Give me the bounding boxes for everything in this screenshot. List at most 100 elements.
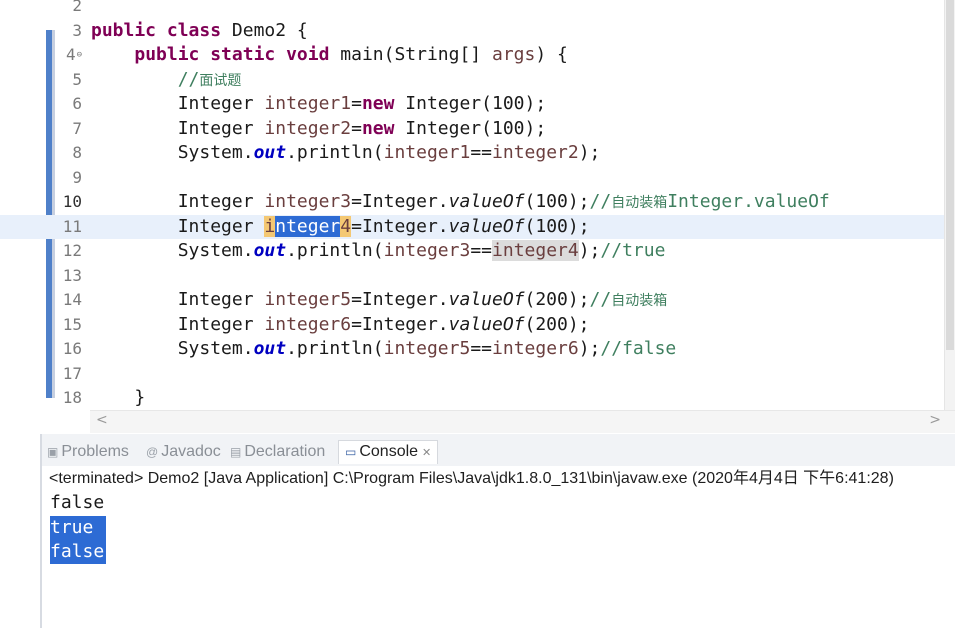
code-token: integer3: [264, 191, 352, 212]
code-line[interactable]: 9: [0, 166, 945, 190]
code-line[interactable]: 7 Integer integer2=new Integer(100);: [0, 117, 945, 141]
code-text: System.out.println(integer5==integer6);/…: [91, 337, 677, 361]
tab-declaration[interactable]: ▤ Declaration: [230, 442, 325, 464]
code-text: Integer integer2=new Integer(100);: [91, 117, 546, 141]
code-line[interactable]: 18 }: [0, 386, 945, 410]
tab-javadoc[interactable]: @ Javadoc: [146, 442, 221, 464]
code-token: Integer: [91, 215, 265, 237]
code-token: ==: [470, 142, 493, 163]
code-token: Integer: [91, 289, 265, 310]
code-token: .println(: [286, 142, 384, 163]
code-token: Integer(100);: [394, 117, 547, 139]
code-editor[interactable]: 2 3 public class Demo2 {4⊖ public static v…: [0, 0, 955, 410]
code-token: integer1: [383, 142, 471, 163]
console-status-line: <terminated> Demo2 [Java Application] C:…: [49, 470, 894, 487]
code-token: integer5: [264, 289, 352, 310]
code-line[interactable]: 17: [0, 362, 945, 386]
code-token: .println(: [286, 240, 384, 261]
code-token: );: [578, 338, 601, 359]
tab-label: Console: [359, 443, 419, 460]
line-number: 9: [72, 167, 82, 187]
code-line[interactable]: 8 System.out.println(integer1==integer2)…: [0, 141, 945, 165]
code-text: Integer integer5=Integer.valueOf(200);//…: [91, 288, 668, 313]
code-token: Integer: [91, 93, 265, 114]
close-icon[interactable]: ✕: [422, 447, 431, 459]
line-number: 3: [72, 20, 82, 40]
code-token: =: [351, 93, 362, 114]
code-token: //: [589, 191, 612, 212]
line-number: 8: [72, 143, 82, 162]
code-token: //: [177, 68, 200, 90]
code-text: Integer integer3=Integer.valueOf(100);//…: [91, 190, 830, 215]
code-token: public static void: [134, 44, 341, 65]
line-number: 11: [62, 216, 82, 236]
code-line[interactable]: 5 //面试题: [0, 68, 945, 92]
code-token: integer6: [492, 338, 579, 359]
tab-label: Declaration: [244, 443, 326, 460]
code-line[interactable]: 15 Integer integer6=Integer.valueOf(200)…: [0, 313, 945, 337]
code-token: 4: [340, 215, 352, 237]
code-token: =: [351, 117, 362, 139]
tab-console[interactable]: ▭ Console ✕: [338, 440, 439, 464]
code-text: public static void main(String[] args) {: [91, 43, 568, 67]
code-text: Integer integer1=new Integer(100);: [91, 92, 546, 116]
code-line[interactable]: 2: [0, 0, 945, 18]
line-number: 12: [62, 241, 82, 260]
code-token: args: [491, 44, 536, 65]
line-number: 14: [62, 290, 82, 309]
javadoc-icon: @: [146, 445, 159, 459]
code-token: (100);: [524, 191, 590, 212]
code-token: new: [361, 117, 395, 139]
line-number: 15: [62, 314, 82, 334]
code-token: Integer: [91, 117, 265, 139]
line-number: 2: [72, 0, 82, 15]
code-token: (200);: [524, 313, 590, 335]
code-line[interactable]: 16 System.out.println(integer5==integer6…: [0, 337, 945, 361]
console-output-line: true: [50, 515, 107, 540]
code-token: System.: [91, 338, 254, 359]
line-number: 16: [62, 339, 82, 358]
problems-icon: ▣: [47, 445, 59, 459]
fold-collapse-icon[interactable]: ⊖: [77, 50, 82, 60]
code-token: valueOf: [448, 215, 525, 237]
code-token: integer2: [264, 117, 352, 139]
code-token: valueOf: [448, 191, 525, 212]
code-line[interactable]: 4⊖ public static void main(String[] args…: [0, 43, 945, 67]
code-token: (200);: [524, 289, 590, 310]
code-token: );: [578, 142, 601, 163]
code-line[interactable]: 10 Integer integer3=Integer.valueOf(100)…: [0, 190, 945, 214]
code-line[interactable]: 6 Integer integer1=new Integer(100);: [0, 92, 945, 116]
tab-problems[interactable]: ▣ Problems: [47, 442, 129, 464]
code-token: Demo2 {: [231, 19, 308, 41]
code-text: Integer integer4=Integer.valueOf(100);: [91, 215, 590, 239]
line-number: 18: [62, 388, 82, 407]
scrollbar-thumb[interactable]: [946, 0, 954, 350]
code-token: System.: [91, 142, 254, 163]
tab-label: Problems: [61, 443, 129, 460]
code-text: System.out.println(integer3==integer4);/…: [91, 239, 665, 263]
code-token: valueOf: [448, 289, 525, 310]
code-line[interactable]: 3 public class Demo2 {: [0, 19, 945, 43]
code-token: Integer.valueOf: [667, 191, 830, 212]
code-token: =Integer.: [351, 313, 449, 335]
console-icon: ▭: [345, 445, 357, 459]
code-token: 面试题: [199, 72, 242, 89]
code-line[interactable]: 12 System.out.println(integer3==integer4…: [0, 239, 945, 263]
code-token: ) {: [535, 44, 568, 65]
code-token: 自动装箱: [611, 195, 668, 211]
code-token: //true: [600, 240, 666, 261]
code-text: }: [91, 386, 145, 410]
code-token: integer6: [264, 313, 352, 335]
code-line[interactable]: 14 Integer integer5=Integer.valueOf(200)…: [0, 288, 945, 312]
scroll-left-arrow-icon[interactable]: <: [96, 412, 108, 428]
editor-horizontal-scrollbar[interactable]: < >: [90, 410, 955, 433]
code-line[interactable]: 11 Integer integer4=Integer.valueOf(100)…: [0, 214, 945, 239]
code-token: valueOf: [448, 313, 525, 335]
code-line[interactable]: 13: [0, 264, 945, 288]
scroll-right-arrow-icon[interactable]: >: [929, 412, 941, 428]
line-number: 10: [62, 192, 82, 211]
code-token: integer5: [383, 338, 471, 359]
editor-vertical-scrollbar[interactable]: [944, 0, 955, 410]
code-token: }: [91, 387, 146, 408]
code-token: public class: [91, 19, 232, 41]
